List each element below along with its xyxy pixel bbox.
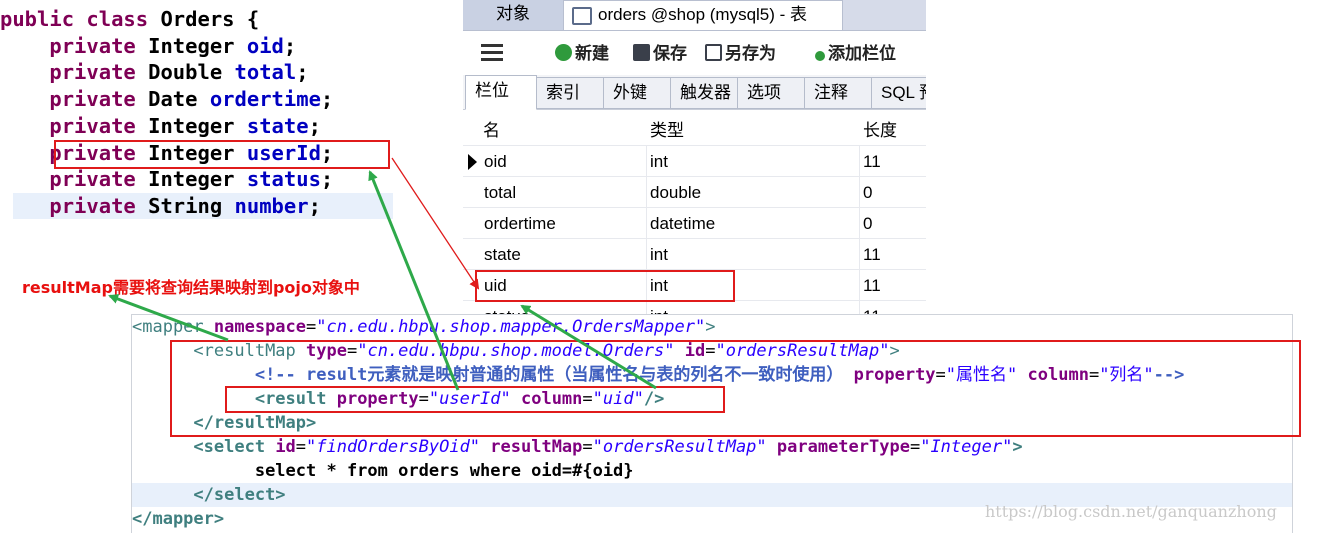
annotation-arrows [108, 157, 657, 391]
arrow-column-to-uid [520, 304, 657, 390]
arrow-resultmap-to-annotation [108, 294, 229, 342]
arrow-userid-to-uid [391, 157, 480, 290]
arrow-property-to-userid [368, 170, 460, 391]
